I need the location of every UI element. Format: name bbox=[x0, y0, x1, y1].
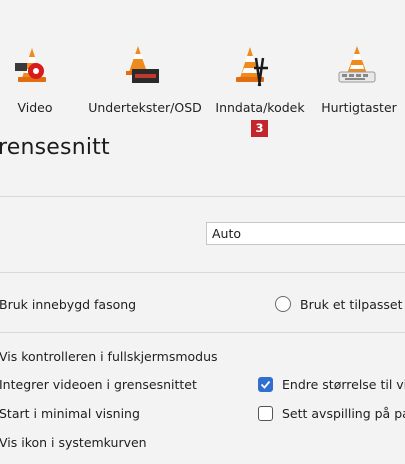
divider bbox=[0, 272, 405, 273]
custom-style-label[interactable]: Bruk et tilpasset t bbox=[300, 297, 405, 312]
preferences-toolbar: Video Undertekster/OSD Inndata/kodek Hur… bbox=[0, 0, 405, 137]
toolbar-label-input-codec: Inndata/kodek bbox=[215, 100, 305, 115]
vlc-cone-video-icon bbox=[15, 48, 46, 82]
vlc-cone-hotkeys-icon bbox=[338, 46, 376, 83]
integrate-video-label[interactable]: Integrer videoen i grensesnittet bbox=[0, 377, 197, 392]
toolbar-label-subtitles-osd: Undertekster/OSD bbox=[88, 100, 202, 115]
resize-checkbox[interactable] bbox=[258, 377, 273, 392]
auto-dropdown[interactable]: Auto bbox=[206, 222, 405, 245]
step-badge: 3 bbox=[251, 120, 268, 137]
pause-label[interactable]: Sett avspilling på pa bbox=[282, 406, 405, 421]
pause-checkbox[interactable] bbox=[258, 406, 273, 421]
vlc-cone-input-codec-icon bbox=[236, 47, 268, 87]
section-title: rensesnitt bbox=[0, 135, 110, 160]
systray-icon-label[interactable]: Vis ikon i systemkurven bbox=[0, 435, 147, 450]
checkmark-icon bbox=[260, 380, 271, 389]
custom-style-radio[interactable] bbox=[275, 296, 291, 312]
resize-label[interactable]: Endre størrelse til vi bbox=[282, 377, 405, 392]
divider bbox=[0, 196, 405, 197]
divider bbox=[0, 332, 405, 333]
toolbar-label-hotkeys: Hurtigtaster bbox=[321, 100, 397, 115]
native-style-label[interactable]: Bruk innebygd fasong bbox=[0, 297, 136, 312]
vlc-cone-subtitles-icon bbox=[126, 46, 159, 83]
fullscreen-controller-label[interactable]: Vis kontrolleren i fullskjermsmodus bbox=[0, 349, 218, 364]
dropdown-value: Auto bbox=[212, 226, 242, 241]
minimal-view-label[interactable]: Start i minimal visning bbox=[0, 406, 140, 421]
toolbar-label-video: Video bbox=[17, 100, 53, 115]
